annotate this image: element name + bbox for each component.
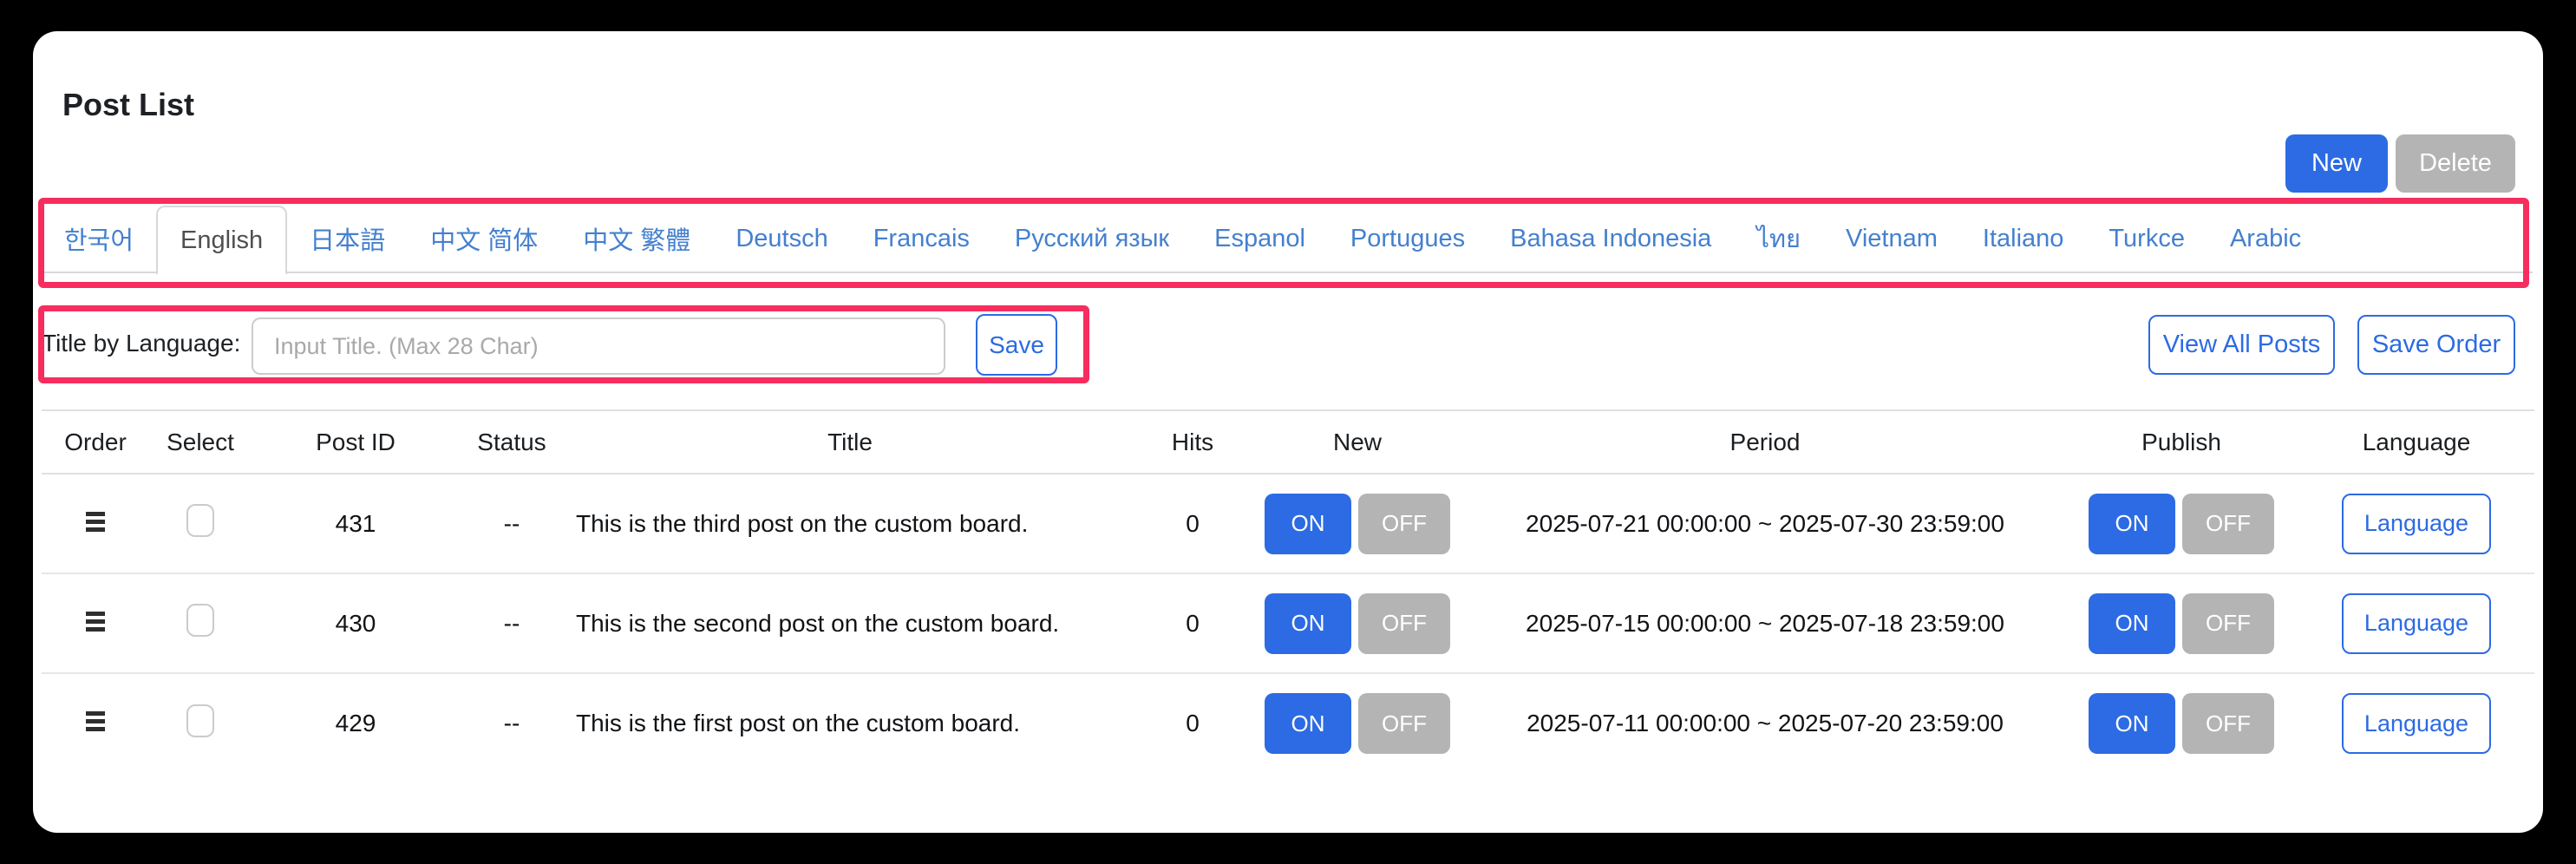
post-hits: 0 [1186, 610, 1200, 637]
new-toggle: ONOFF [1249, 494, 1466, 554]
table-row: 429 -- This is the first post on the custo… [42, 673, 2534, 773]
publish-toggle: ONOFF [2064, 693, 2298, 754]
tab-language-9[interactable]: Portugues [1328, 206, 1487, 272]
title-by-language-label: Title by Language: [42, 330, 240, 357]
drag-handle-icon[interactable] [86, 612, 105, 632]
column-header: Period [1466, 410, 2064, 474]
new-off-button[interactable]: OFF [1358, 693, 1450, 754]
column-header: Publish [2064, 410, 2298, 474]
content-panel: Post List New Delete 한국어English日本語中文 简体中… [33, 31, 2543, 833]
new-off-button[interactable]: OFF [1358, 593, 1450, 654]
post-period: 2025-07-11 00:00:00 ~ 2025-07-20 23:59:0… [1527, 710, 2004, 736]
delete-button[interactable]: Delete [2396, 134, 2515, 193]
post-id: 429 [336, 710, 376, 736]
column-header: Hits [1136, 410, 1249, 474]
new-button[interactable]: New [2285, 134, 2388, 193]
column-header: Post ID [252, 410, 460, 474]
row-checkbox[interactable] [186, 504, 214, 537]
publish-toggle: ONOFF [2064, 494, 2298, 554]
tab-language-10[interactable]: Bahasa Indonesia [1487, 206, 1734, 272]
table-row: 430 -- This is the second post on the cust… [42, 573, 2534, 673]
save-order-button[interactable]: Save Order [2357, 315, 2515, 375]
title-input[interactable] [252, 317, 945, 375]
new-off-button[interactable]: OFF [1358, 494, 1450, 554]
drag-handle-icon[interactable] [86, 711, 105, 731]
post-status: -- [504, 710, 520, 736]
post-hits: 0 [1186, 510, 1200, 537]
page-title: Post List [62, 87, 194, 123]
tab-language-14[interactable]: Turkce [2086, 206, 2207, 272]
publish-on-button[interactable]: ON [2089, 693, 2175, 754]
publish-off-button[interactable]: OFF [2182, 693, 2274, 754]
column-header: Language [2298, 410, 2534, 474]
table-row: 431 -- This is the third post on the custo… [42, 474, 2534, 573]
tab-language-11[interactable]: ไทย [1734, 206, 1823, 272]
tab-language-3[interactable]: 中文 简体 [408, 206, 560, 272]
row-checkbox[interactable] [186, 604, 214, 637]
view-all-posts-button[interactable]: View All Posts [2148, 315, 2335, 375]
new-toggle: ONOFF [1249, 693, 1466, 754]
publish-on-button[interactable]: ON [2089, 593, 2175, 654]
tab-language-0[interactable]: 한국어 [42, 206, 156, 272]
top-actions: New Delete [2285, 134, 2515, 193]
column-header: Select [149, 410, 252, 474]
post-title: This is the second post on the custom bo… [576, 610, 1059, 637]
column-header: New [1249, 410, 1466, 474]
drag-handle-icon[interactable] [86, 512, 105, 532]
post-status: -- [504, 610, 520, 637]
tab-language-7[interactable]: Русский язык [992, 206, 1192, 272]
post-table: OrderSelectPost IDStatusTitleHitsNewPeri… [42, 409, 2534, 773]
column-header: Status [460, 410, 564, 474]
language-tabs: 한국어English日本語中文 简体中文 繁體DeutschFrancaisРу… [42, 206, 2533, 273]
post-hits: 0 [1186, 710, 1200, 736]
language-button[interactable]: Language [2342, 494, 2491, 554]
publish-off-button[interactable]: OFF [2182, 593, 2274, 654]
save-button[interactable]: Save [976, 314, 1057, 376]
tab-language-8[interactable]: Espanol [1192, 206, 1328, 272]
table-header-row: OrderSelectPost IDStatusTitleHitsNewPeri… [42, 410, 2534, 474]
post-period: 2025-07-15 00:00:00 ~ 2025-07-18 23:59:0… [1526, 610, 2004, 637]
toolbar: View All Posts Save Order [2148, 315, 2515, 375]
tab-language-12[interactable]: Vietnam [1823, 206, 1960, 272]
publish-toggle: ONOFF [2064, 593, 2298, 654]
tab-language-6[interactable]: Francais [851, 206, 992, 272]
post-period: 2025-07-21 00:00:00 ~ 2025-07-30 23:59:0… [1526, 510, 2004, 537]
row-checkbox[interactable] [186, 704, 214, 737]
column-header: Order [42, 410, 149, 474]
tab-language-4[interactable]: 中文 繁體 [560, 206, 713, 272]
new-on-button[interactable]: ON [1265, 494, 1351, 554]
post-id: 431 [336, 510, 376, 537]
post-title: This is the first post on the custom boa… [576, 710, 1020, 736]
post-status: -- [504, 510, 520, 537]
new-toggle: ONOFF [1249, 593, 1466, 654]
tab-language-15[interactable]: Arabic [2207, 206, 2324, 272]
tab-language-1[interactable]: English [156, 206, 287, 275]
tab-language-2[interactable]: 日本語 [287, 206, 408, 272]
language-button[interactable]: Language [2342, 593, 2491, 654]
post-id: 430 [336, 610, 376, 637]
new-on-button[interactable]: ON [1265, 593, 1351, 654]
publish-on-button[interactable]: ON [2089, 494, 2175, 554]
column-header: Title [564, 410, 1136, 474]
publish-off-button[interactable]: OFF [2182, 494, 2274, 554]
language-button[interactable]: Language [2342, 693, 2491, 754]
tab-language-5[interactable]: Deutsch [713, 206, 850, 272]
post-title: This is the third post on the custom boa… [576, 510, 1028, 537]
tab-language-13[interactable]: Italiano [1960, 206, 2087, 272]
new-on-button[interactable]: ON [1265, 693, 1351, 754]
